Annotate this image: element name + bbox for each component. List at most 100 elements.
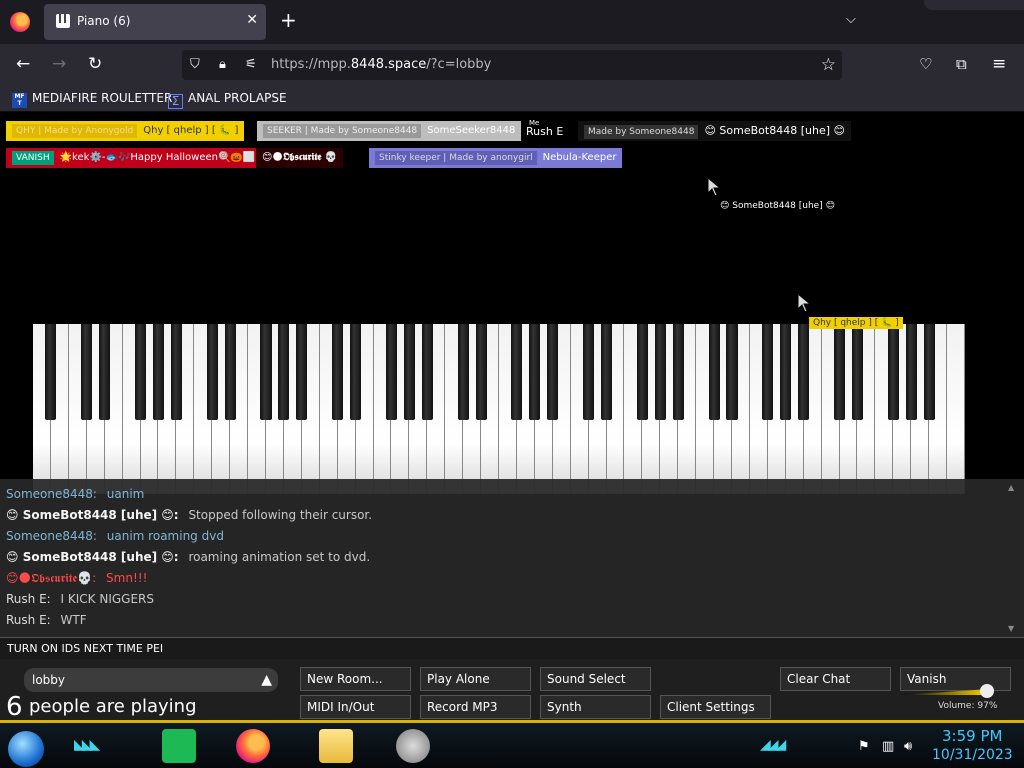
piano-black-key[interactable] (152, 324, 164, 420)
room-selector[interactable]: lobby ▲ (24, 668, 278, 692)
sound-select-button[interactable]: Sound Select (540, 667, 651, 691)
piano-black-key[interactable] (296, 324, 308, 420)
vanish-button[interactable]: Vanish (900, 667, 1011, 691)
player-tag-qhy[interactable]: QHY | Made by Anonygold Qhy [ qhelp ] [ 🐛… (6, 121, 245, 141)
piano-black-key[interactable] (583, 324, 595, 420)
reload-icon[interactable]: ↻ (88, 54, 102, 74)
piano-black-key[interactable] (385, 324, 397, 420)
piano-black-key[interactable] (278, 324, 290, 420)
piano-black-key[interactable] (833, 324, 846, 420)
back-arrow-icon[interactable]: ← (16, 54, 30, 74)
piano-keyboard[interactable] (33, 324, 965, 494)
synth-button[interactable]: Synth (540, 695, 651, 719)
piano-black-key[interactable] (636, 324, 648, 420)
piano-black-key[interactable] (421, 324, 433, 420)
player-tag-someseeker[interactable]: SEEKER | Made by Someone8448 SomeSeeker84… (257, 121, 522, 141)
record-mp3-button[interactable]: Record MP3 (420, 695, 531, 719)
start-button[interactable] (8, 731, 44, 767)
clock-date[interactable]: 10/31/2023 (932, 747, 1013, 763)
shield-icon[interactable]: ⛉ (190, 57, 200, 73)
bookmark-star-icon[interactable]: ☆ (821, 55, 836, 75)
player-tag-obscurite[interactable]: 😊🌑𝕺𝖇𝖘𝖈𝖚𝖗𝖎𝖙𝖊 💀 (256, 148, 344, 168)
menu-hamburger-icon[interactable]: ≡ (992, 54, 1006, 74)
url-text[interactable]: https://mpp.8448.space/?c=lobby (271, 57, 491, 72)
piano-black-key[interactable] (457, 324, 469, 420)
piano-black-key[interactable] (708, 324, 720, 420)
piano-black-key[interactable] (780, 324, 792, 420)
piano-black-key[interactable] (726, 324, 738, 420)
firefox-icon[interactable] (10, 12, 30, 32)
tab-piano[interactable]: Piano (6) ✕ (44, 4, 266, 40)
taskbar-decoration-icon: ◣◣◣ (74, 737, 100, 753)
player-tag-somebot[interactable]: Made by Someone8448 😊 SomeBot8448 [uhe] 😊 (578, 121, 851, 141)
permissions-icon[interactable]: ⚟ (245, 57, 257, 73)
chat-scrollbar[interactable]: ▲ ▼ (1008, 483, 1018, 633)
piano-black-key[interactable] (923, 324, 935, 420)
lock-icon[interactable]: 🔒︎ (219, 57, 226, 73)
window-decoration (924, 0, 1024, 10)
new-room-button[interactable]: New Room... (300, 667, 411, 691)
piano-black-key[interactable] (672, 324, 684, 420)
cursor-label-somebot: 😊 SomeBot8448 [uhe] 😊 (720, 201, 835, 211)
piano-black-key[interactable] (529, 324, 541, 420)
chat-message: Someone8448: uanim roaming dvd (6, 529, 224, 543)
network-icon[interactable]: ▥ (882, 739, 894, 754)
piano-black-key[interactable] (905, 324, 917, 420)
pocket-icon[interactable]: ♡ (919, 54, 932, 74)
player-tag-halloween[interactable]: VANISH 🌟kek⚙️-🐟🎶Happy Halloween🍭🎃⬜ (6, 148, 262, 168)
chat-panel: Someone8448: uanim 😊 SomeBot8448 [uhe] 😊… (0, 479, 1024, 637)
piano-black-key[interactable] (170, 324, 182, 420)
close-tab-icon[interactable]: ✕ (246, 12, 258, 28)
chevron-up-icon: ▲ (261, 672, 272, 688)
bookmark-mediafire[interactable]: MF T MEDIAFIRE ROULETTER (12, 91, 172, 108)
sigma-icon: Σ (168, 94, 183, 109)
piano-black-key[interactable] (851, 324, 863, 420)
piano-black-key[interactable] (403, 324, 415, 420)
mediafire-icon: MF T (12, 93, 27, 108)
url-bar[interactable]: ⛉ 🔒︎ ⚟ https://mpp.8448.space/?c=lobby ☆ (182, 50, 842, 80)
piano-black-key[interactable] (475, 324, 487, 420)
piano-black-key[interactable] (350, 324, 362, 420)
chat-message: 😊 SomeBot8448 [uhe] 😊: roaming animation… (6, 550, 371, 564)
piano-black-key[interactable] (762, 324, 774, 420)
chat-input[interactable]: TURN ON IDS NEXT TIME PEI (0, 637, 1024, 659)
bookmark-anal-prolapse[interactable]: Σ ANAL PROLAPSE (168, 91, 287, 109)
piano-black-key[interactable] (332, 324, 344, 420)
bookmarks-toolbar: MF T MEDIAFIRE ROULETTER Σ ANAL PROLAPSE (0, 86, 1024, 112)
piano-black-key[interactable] (45, 324, 57, 420)
firefox-taskbar-icon[interactable] (236, 729, 270, 763)
piano-page: QHY | Made by Anonygold Qhy [ qhelp ] [ 🐛… (0, 113, 1024, 721)
piano-black-key[interactable] (887, 324, 899, 420)
piano-black-key[interactable] (81, 324, 93, 420)
piano-black-key[interactable] (511, 324, 523, 420)
piano-black-key[interactable] (99, 324, 111, 420)
flag-icon[interactable]: ⚑ (858, 739, 870, 754)
new-tab-button[interactable]: + (280, 10, 297, 30)
forward-arrow-icon[interactable]: → (52, 54, 66, 74)
client-settings-button[interactable]: Client Settings (660, 695, 771, 719)
piano-black-key[interactable] (654, 324, 666, 420)
player-tag-nebula-keeper[interactable]: Stinky keeper | Made by anonygirl Nebula-… (369, 148, 623, 168)
piano-black-key[interactable] (134, 324, 147, 420)
piano-white-key[interactable] (947, 324, 965, 494)
extensions-icon[interactable]: ⧉ (956, 54, 967, 74)
piano-black-key[interactable] (547, 324, 559, 420)
clock-time[interactable]: 3:59 PM (942, 727, 1002, 745)
piano-black-key[interactable] (260, 324, 272, 420)
file-explorer-icon[interactable] (319, 729, 353, 763)
play-alone-button[interactable]: Play Alone (420, 667, 531, 691)
list-tabs-chevron-icon[interactable]: ⌵ (846, 12, 856, 27)
tab-title: Piano (6) (77, 14, 131, 28)
volume-icon[interactable]: 🔊︎ (904, 739, 912, 754)
midi-button[interactable]: MIDI In/Out (300, 695, 411, 719)
volume-slider-knob[interactable] (980, 684, 995, 698)
piano-black-key[interactable] (600, 324, 613, 420)
piano-black-key[interactable] (798, 324, 810, 420)
piano-black-key[interactable] (224, 324, 236, 420)
speaker-app-icon[interactable] (396, 729, 430, 763)
player-tag-rush-e[interactable]: Rush E (526, 125, 563, 138)
piano-black-key[interactable] (206, 324, 218, 420)
os-taskbar: ◣◣◣ ◢◢◢ ⚑ ▥ 🔊︎ 3:59 PM 10/31/2023 (0, 720, 1024, 768)
spotify-icon[interactable] (162, 729, 196, 763)
clear-chat-button[interactable]: Clear Chat (780, 667, 891, 691)
